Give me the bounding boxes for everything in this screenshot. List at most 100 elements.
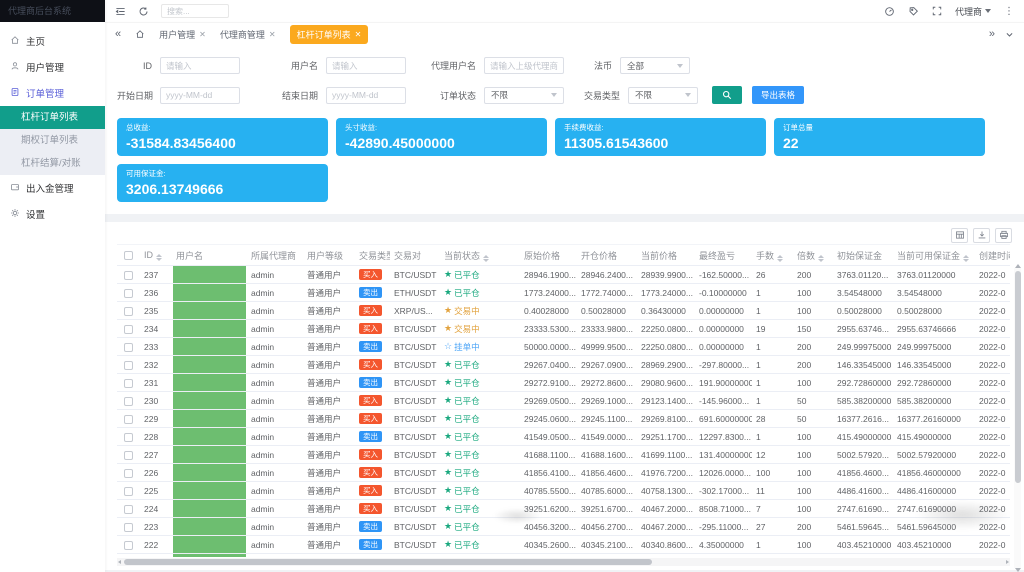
row-checkbox[interactable]: [124, 450, 133, 460]
row-checkbox[interactable]: [124, 288, 133, 298]
scroll-up-arrow-icon[interactable]: [1014, 264, 1021, 268]
row-checkbox[interactable]: [124, 270, 133, 280]
columns-icon[interactable]: [951, 227, 968, 243]
sidebar-item-option-order-list[interactable]: 期权订单列表: [0, 129, 105, 152]
cell-leverage: 100: [793, 463, 833, 482]
tabs-menu-chevron-icon[interactable]: [1005, 30, 1014, 39]
sort-icon[interactable]: [963, 254, 970, 262]
row-checkbox[interactable]: [124, 540, 133, 550]
sidebar-item-orders[interactable]: 订单管理: [0, 80, 105, 106]
sidebar-item-settings[interactable]: 设置: [0, 201, 105, 227]
tabs-scroll-left-icon[interactable]: «: [115, 28, 121, 40]
sidebar-item-lever-settlement[interactable]: 杠杆结算/对账: [0, 152, 105, 175]
row-checkbox[interactable]: [124, 360, 133, 370]
cell-leverage: 100: [793, 301, 833, 320]
cell-initial-margin: 585.38200000: [833, 391, 893, 410]
more-vertical-icon[interactable]: ⋮: [1004, 6, 1014, 17]
status-badge: ★ 已平仓: [444, 413, 480, 424]
id-input[interactable]: [160, 57, 240, 74]
tab-user-management[interactable]: 用户管理 ✕: [159, 28, 206, 41]
cell-initial-margin: 146.33545000: [833, 355, 893, 374]
col-lots[interactable]: 手数: [752, 244, 793, 266]
refresh-icon[interactable]: [138, 6, 149, 17]
caret-down-icon: [551, 93, 557, 97]
order-status-select[interactable]: 不限: [484, 86, 564, 104]
cell-initial-margin: 2955.63746...: [833, 319, 893, 338]
agent-dropdown[interactable]: 代理商: [955, 5, 991, 18]
row-checkbox[interactable]: [124, 504, 133, 514]
masked-username: [173, 410, 246, 427]
scroll-down-arrow-icon[interactable]: [1014, 568, 1021, 572]
table-row: 232 admin 普通用户 买入 BTC/USDT ★ 已平仓 29267.04…: [117, 355, 1010, 374]
row-checkbox[interactable]: [124, 306, 133, 316]
stat-cards: 总收益: -31584.83456400 头寸收益: -42890.450000…: [117, 118, 1012, 202]
vertical-scrollbar-thumb[interactable]: [1014, 271, 1021, 483]
search-button[interactable]: [712, 86, 742, 104]
col-available-margin[interactable]: 当前可用保证金: [893, 244, 975, 266]
sidebar-item-home[interactable]: 主页: [0, 28, 105, 54]
star-icon: ★: [444, 287, 453, 297]
col-open-price: 开仓价格: [577, 244, 637, 266]
row-checkbox[interactable]: [124, 324, 133, 334]
row-checkbox[interactable]: [124, 342, 133, 352]
close-icon[interactable]: ✕: [269, 30, 276, 39]
print-icon[interactable]: [995, 227, 1012, 243]
cell-leverage: 200: [793, 517, 833, 536]
horizontal-scrollbar[interactable]: [117, 558, 1010, 566]
download-icon[interactable]: [973, 227, 990, 243]
tab-lever-order-list-active[interactable]: 杠杆订单列表 ✕: [289, 24, 369, 44]
row-checkbox[interactable]: [124, 414, 133, 424]
tab-agent-management[interactable]: 代理商管理 ✕: [220, 28, 276, 41]
sort-icon[interactable]: [483, 254, 490, 262]
col-original-price: 原始价格: [520, 244, 577, 266]
star-icon: ★: [444, 503, 453, 513]
tabs-scroll-right-icon[interactable]: »: [989, 28, 995, 40]
row-checkbox[interactable]: [124, 468, 133, 478]
select-all-checkbox[interactable]: [124, 251, 133, 261]
col-status[interactable]: 当前状态: [440, 244, 520, 266]
sort-icon[interactable]: [156, 253, 162, 261]
cell-open-price: 40456.2700...: [577, 517, 637, 536]
col-leverage[interactable]: 倍数: [793, 244, 833, 266]
sidebar-item-deposit-withdraw[interactable]: 出入金管理: [0, 175, 105, 201]
close-icon[interactable]: ✕: [199, 30, 206, 39]
row-checkbox[interactable]: [124, 486, 133, 496]
col-id[interactable]: ID: [140, 244, 172, 266]
cell-available-margin: 5461.59645000: [893, 517, 975, 536]
username-input[interactable]: [326, 57, 406, 74]
fiat-select[interactable]: 全部: [620, 57, 690, 74]
row-checkbox[interactable]: [124, 522, 133, 532]
cell-current-price: 29269.8100...: [637, 409, 695, 428]
sidebar-item-lever-order-list[interactable]: 杠杆订单列表: [0, 106, 105, 129]
row-checkbox[interactable]: [124, 378, 133, 388]
sort-icon[interactable]: [818, 254, 825, 262]
horizontal-scrollbar-thumb[interactable]: [124, 559, 652, 565]
row-checkbox[interactable]: [124, 432, 133, 442]
gauge-icon[interactable]: [884, 6, 895, 17]
cell-final-pnl: 4.35000000: [695, 535, 752, 554]
home-tab-icon[interactable]: [135, 29, 145, 39]
sort-icon[interactable]: [777, 254, 784, 262]
cell-created-at: 2022-0: [975, 373, 1010, 392]
stat-card-value: 22: [783, 135, 799, 151]
vertical-scrollbar[interactable]: [1014, 264, 1021, 572]
cell-initial-margin: 3.54548000: [833, 283, 893, 302]
start-date-input[interactable]: [160, 86, 240, 104]
export-table-button[interactable]: 导出表格: [752, 86, 805, 104]
close-icon[interactable]: ✕: [355, 30, 362, 39]
masked-username: [173, 428, 246, 445]
end-date-input[interactable]: [326, 86, 406, 104]
scroll-right-arrow-icon[interactable]: [1006, 560, 1009, 564]
agent-username-input[interactable]: [484, 57, 564, 74]
cell-leverage: 100: [793, 535, 833, 554]
scroll-left-arrow-icon[interactable]: [118, 560, 121, 564]
row-checkbox[interactable]: [124, 396, 133, 406]
masked-username: [173, 464, 246, 481]
global-search-input[interactable]: [161, 4, 229, 18]
trade-type-select[interactable]: 不限: [628, 86, 698, 104]
fullscreen-icon[interactable]: [932, 6, 942, 16]
tag-icon[interactable]: [908, 6, 919, 17]
cell-id: 228: [140, 427, 172, 446]
menu-collapse-icon[interactable]: [115, 6, 126, 17]
sidebar-item-users[interactable]: 用户管理: [0, 54, 105, 80]
